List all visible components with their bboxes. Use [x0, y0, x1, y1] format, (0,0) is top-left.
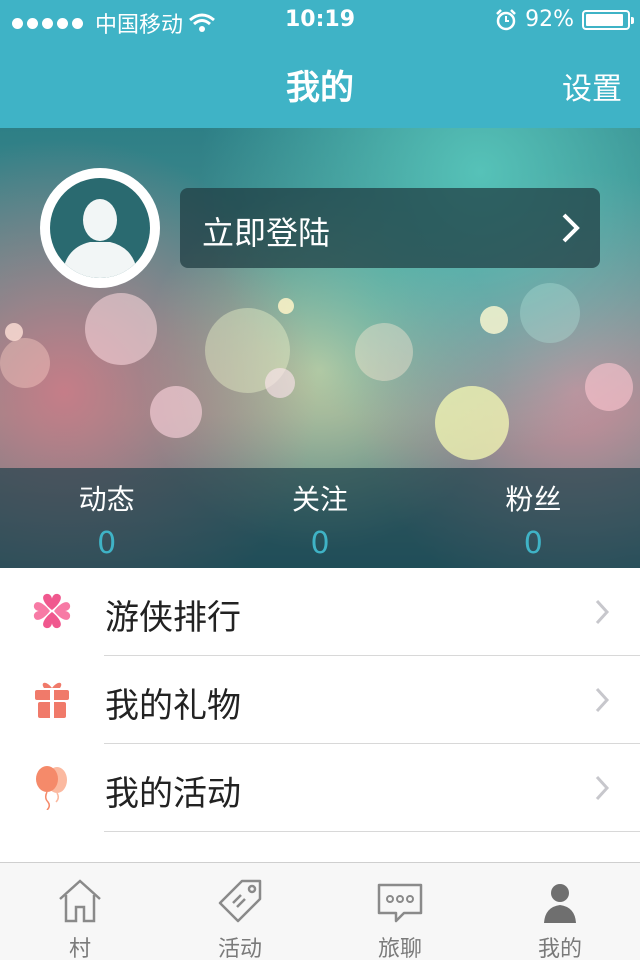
alarm-clock-icon — [496, 8, 516, 30]
top-bar: 中国移动 10:19 92% 我的 设置 — [0, 0, 640, 128]
tag-icon — [218, 879, 262, 923]
tab-label: 旅聊 — [377, 937, 422, 960]
app-screen: 中国移动 10:19 92% 我的 设置 立即登陆 动态 0 关注 0 粉丝 0… — [0, 0, 640, 960]
bokeh-light — [5, 323, 23, 341]
chevron-right-icon — [595, 775, 610, 801]
tab-activities[interactable]: 活动 — [160, 863, 320, 960]
chevron-right-icon — [562, 213, 580, 243]
stat-following[interactable]: 关注 0 — [213, 468, 426, 568]
stats-bar: 动态 0 关注 0 粉丝 0 — [0, 468, 640, 568]
stat-posts[interactable]: 动态 0 — [0, 468, 213, 568]
stat-value: 0 — [310, 526, 330, 561]
tab-chat[interactable]: 旅聊 — [320, 863, 480, 960]
stat-label: 粉丝 — [505, 483, 562, 516]
login-button[interactable]: 立即登陆 — [180, 188, 600, 268]
user-silhouette-icon — [62, 199, 138, 278]
avatar-placeholder — [50, 178, 150, 278]
tab-label: 我的 — [537, 937, 582, 960]
status-right: 92% — [495, 7, 634, 32]
menu-item-gifts[interactable]: 我的礼物 — [0, 656, 640, 744]
stat-followers[interactable]: 粉丝 0 — [427, 468, 640, 568]
chevron-right-icon — [595, 687, 610, 713]
status-bar: 中国移动 10:19 92% — [0, 0, 640, 40]
avatar[interactable] — [40, 168, 160, 288]
bokeh-light — [435, 386, 509, 460]
bokeh-light — [85, 293, 157, 365]
battery-percent: 92% — [525, 7, 574, 32]
login-button-label: 立即登陆 — [202, 214, 331, 252]
bokeh-light — [265, 368, 295, 398]
bokeh-light — [278, 298, 294, 314]
stat-label: 关注 — [291, 483, 348, 516]
menu-item-ranking[interactable]: 游侠排行 — [0, 568, 640, 656]
chat-icon — [377, 883, 423, 923]
menu-item-label: 我的礼物 — [105, 686, 241, 726]
chevron-right-icon — [595, 599, 610, 625]
battery-icon — [582, 9, 634, 30]
tab-label: 村 — [68, 937, 91, 960]
settings-button[interactable]: 设置 — [562, 64, 622, 108]
stat-value: 0 — [97, 526, 117, 561]
balloons-icon — [36, 766, 67, 810]
stat-label: 动态 — [78, 483, 135, 516]
bokeh-light — [520, 283, 580, 343]
house-icon — [59, 879, 101, 923]
bokeh-light — [0, 338, 50, 388]
person-icon — [544, 884, 576, 923]
bokeh-light — [150, 386, 202, 438]
menu-item-label: 我的活动 — [105, 774, 241, 814]
menu-item-activities[interactable]: 我的活动 — [0, 744, 640, 832]
tab-village[interactable]: 村 — [0, 863, 160, 960]
page-title: 我的 — [286, 68, 354, 108]
clover-hearts-icon — [33, 593, 71, 629]
profile-header: 立即登陆 动态 0 关注 0 粉丝 0 — [0, 128, 640, 568]
stat-value: 0 — [523, 526, 543, 561]
bokeh-light — [585, 363, 633, 411]
bokeh-light — [355, 323, 413, 381]
gift-icon — [35, 682, 69, 718]
bokeh-light — [480, 306, 508, 334]
battery-fill — [586, 13, 623, 26]
tab-mine[interactable]: 我的 — [480, 863, 640, 960]
tab-bar: 村 活动 旅聊 我的 — [0, 862, 640, 960]
menu-item-label: 游侠排行 — [105, 598, 241, 638]
tab-label: 活动 — [217, 937, 262, 960]
